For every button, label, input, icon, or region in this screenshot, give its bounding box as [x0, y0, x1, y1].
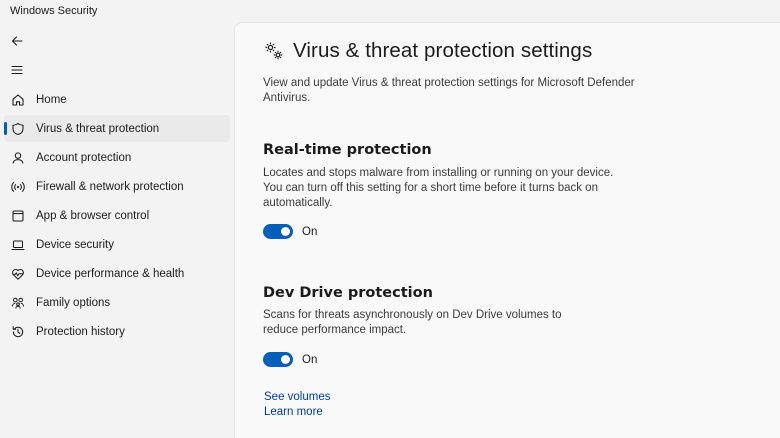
sidebar-item-device-security[interactable]: Device security: [4, 231, 230, 258]
page-description: View and update Virus & threat protectio…: [263, 77, 635, 104]
sidebar-item-account-protection[interactable]: Account protection: [4, 144, 230, 171]
sidebar: Home Virus & threat protection Account p…: [0, 22, 234, 438]
back-arrow-icon: [11, 36, 23, 46]
sidebar-item-label: Family options: [36, 296, 111, 309]
sidebar-item-device-performance-health[interactable]: Device performance & health: [4, 260, 230, 287]
realtime-protection-description: Locates and stops malware from installin…: [263, 167, 614, 209]
laptop-icon: [10, 237, 26, 253]
learn-more-link[interactable]: Learn more: [264, 406, 323, 418]
shield-icon: [10, 121, 26, 137]
history-icon: [10, 324, 26, 340]
dev-drive-protection-description: Scans for threats asynchronously on Dev …: [263, 309, 562, 336]
dev-drive-protection-toggle[interactable]: [263, 352, 293, 367]
wireless-icon: [10, 179, 26, 195]
sidebar-item-firewall-network-protection[interactable]: Firewall & network protection: [4, 173, 230, 200]
windows-security-window: Windows Security Home Virus & threat pro…: [0, 0, 780, 438]
realtime-protection-toggle-row: On: [263, 224, 317, 239]
toggle-knob: [281, 355, 290, 364]
person-icon: [10, 150, 26, 166]
page-title: Virus & threat protection settings: [293, 39, 593, 62]
sidebar-item-label: Device performance & health: [36, 267, 185, 280]
sidebar-item-protection-history[interactable]: Protection history: [4, 318, 230, 345]
gears-icon: [265, 42, 283, 60]
main-content: Virus & threat protection settings View …: [234, 22, 780, 438]
sidebar-item-label: Protection history: [36, 325, 125, 338]
dev-drive-protection-title: Dev Drive protection: [263, 285, 433, 301]
sidebar-item-label: Virus & threat protection: [36, 122, 160, 135]
home-icon: [10, 92, 26, 108]
sidebar-item-label: Firewall & network protection: [36, 180, 184, 193]
toggle-state-label: On: [302, 353, 318, 366]
heart-pulse-icon: [10, 266, 26, 282]
sidebar-item-family-options[interactable]: Family options: [4, 289, 230, 316]
see-volumes-link[interactable]: See volumes: [264, 391, 330, 403]
window-title: Windows Security: [10, 5, 98, 17]
sidebar-item-label: App & browser control: [36, 209, 150, 222]
sidebar-item-label: Home: [36, 93, 67, 106]
sidebar-item-home[interactable]: Home: [4, 86, 230, 113]
sidebar-item-app-browser-control[interactable]: App & browser control: [4, 202, 230, 229]
menu-button[interactable]: [2, 57, 32, 83]
family-icon: [10, 295, 26, 311]
realtime-protection-title: Real-time protection: [263, 142, 432, 158]
selection-indicator: [4, 122, 7, 135]
realtime-protection-toggle[interactable]: [263, 224, 293, 239]
toggle-state-label: On: [302, 225, 318, 238]
sidebar-item-label: Account protection: [36, 151, 132, 164]
back-button[interactable]: [2, 28, 32, 54]
dev-drive-protection-toggle-row: On: [263, 352, 317, 367]
app-window-icon: [10, 208, 26, 224]
sidebar-item-label: Device security: [36, 238, 114, 251]
page-header: Virus & threat protection settings: [263, 39, 592, 63]
hamburger-menu-icon: [11, 65, 23, 75]
toggle-knob: [281, 227, 290, 236]
sidebar-item-virus-threat-protection[interactable]: Virus & threat protection: [4, 115, 230, 142]
